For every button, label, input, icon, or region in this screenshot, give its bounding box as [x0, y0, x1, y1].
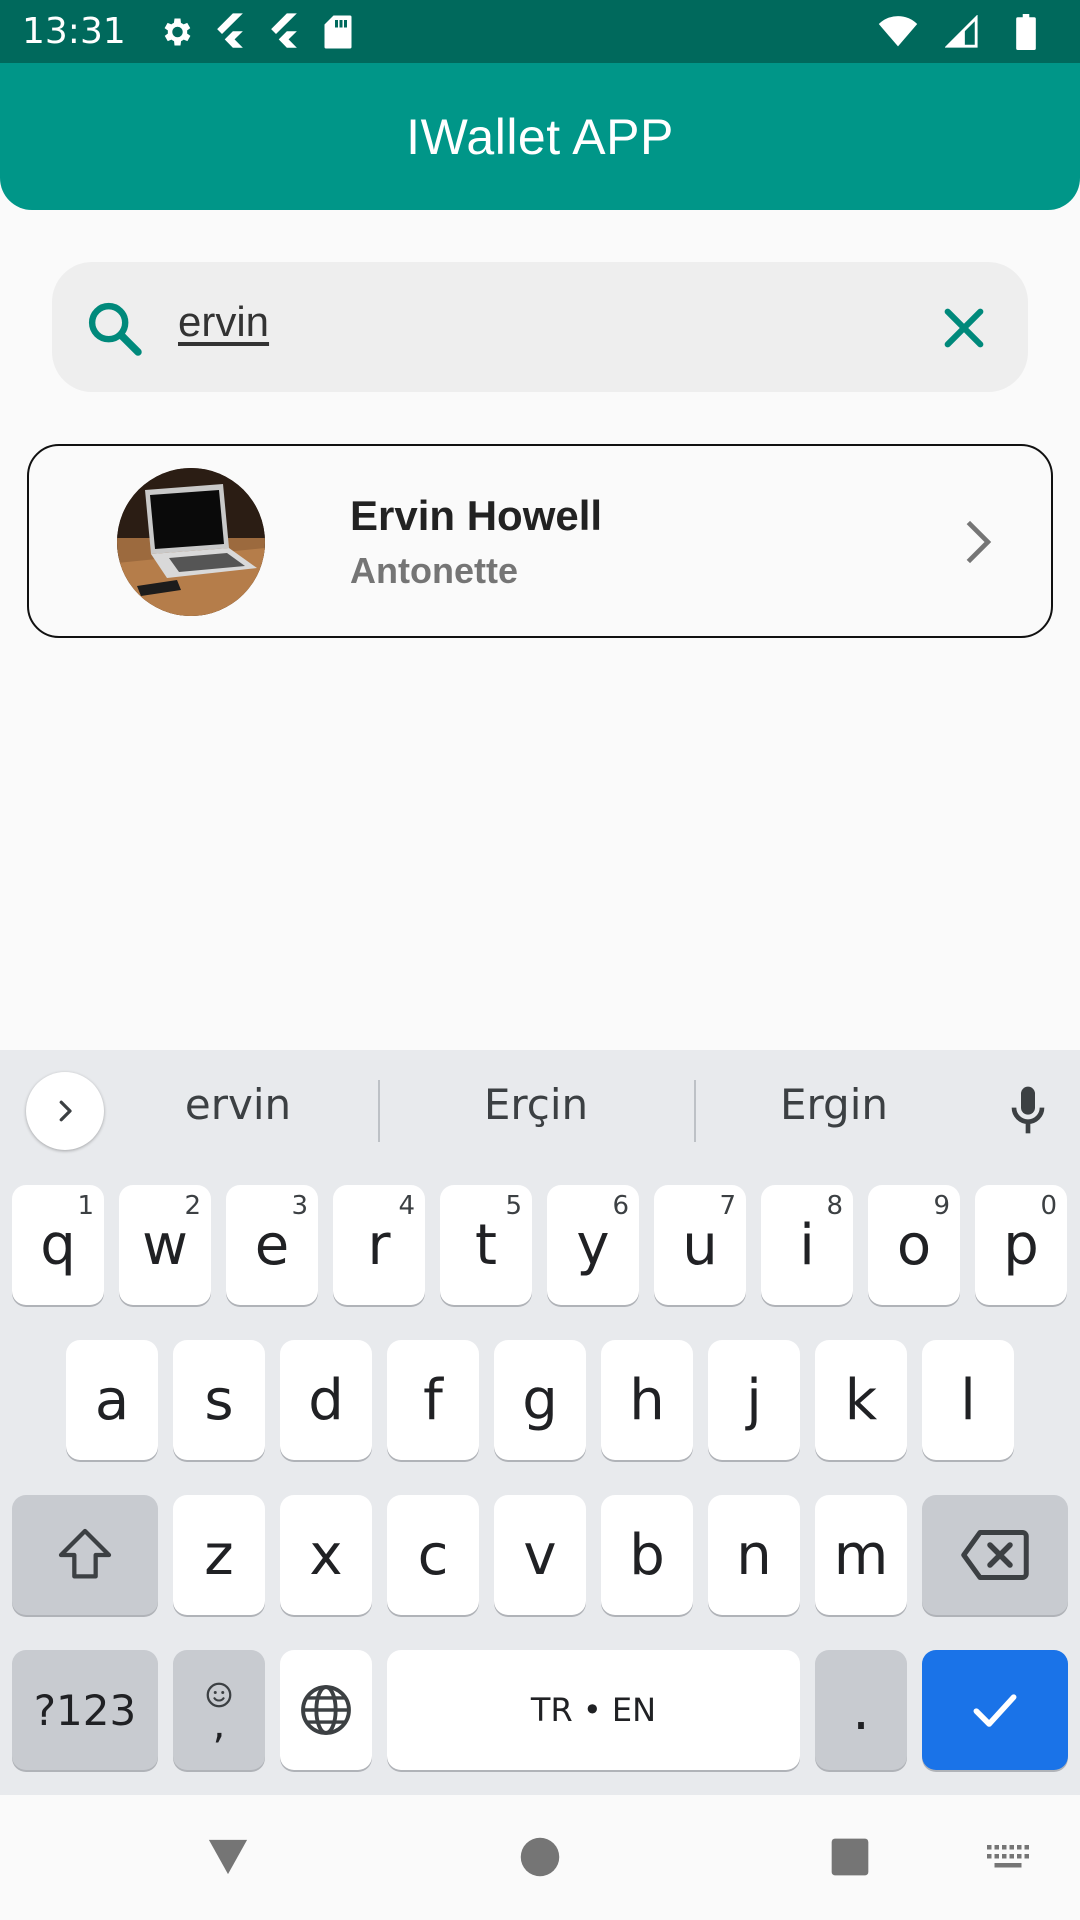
app-bar: IWallet APP	[0, 63, 1080, 210]
key-t[interactable]: t5	[440, 1185, 532, 1305]
key-d[interactable]: d	[280, 1340, 372, 1460]
shift-icon	[58, 1528, 112, 1579]
key-i[interactable]: i8	[761, 1185, 853, 1305]
key-h[interactable]: h	[601, 1340, 693, 1460]
key-l[interactable]: l	[922, 1340, 1014, 1460]
user-username: Antonette	[350, 550, 518, 591]
recents-icon[interactable]	[820, 1827, 880, 1887]
soft-keyboard: ervin Erçin Ergin q1 w2 e3 r4 t5 y6 u7 i…	[0, 1050, 1080, 1795]
key-q[interactable]: q1	[12, 1185, 104, 1305]
comma-label: ,	[212, 1702, 226, 1748]
key-e[interactable]: e3	[226, 1185, 318, 1305]
gear-icon	[154, 10, 198, 54]
key-a[interactable]: a	[66, 1340, 158, 1460]
suggestion-divider	[694, 1080, 696, 1142]
user-name: Ervin Howell	[350, 492, 603, 539]
period-key[interactable]: .	[815, 1650, 907, 1770]
backspace-icon	[961, 1530, 1029, 1580]
user-card[interactable]: Ervin Howell Antonette	[27, 444, 1053, 638]
status-bar: 13:31	[0, 0, 1080, 63]
clear-icon[interactable]	[936, 300, 992, 356]
key-u[interactable]: u7	[654, 1185, 746, 1305]
globe-icon	[301, 1685, 351, 1735]
key-b[interactable]: b	[601, 1495, 693, 1615]
suggestion-strip: ervin Erçin Ergin	[0, 1050, 1080, 1170]
avatar	[117, 468, 265, 616]
shift-key[interactable]	[12, 1495, 158, 1615]
key-c[interactable]: c	[387, 1495, 479, 1615]
keyboard-switch-icon[interactable]	[978, 1827, 1038, 1887]
battery-icon	[1004, 10, 1048, 54]
wifi-icon	[876, 10, 920, 54]
key-n[interactable]: n	[708, 1495, 800, 1615]
emoji-comma-key[interactable]: ,	[173, 1650, 265, 1770]
key-j[interactable]: j	[708, 1340, 800, 1460]
language-key[interactable]	[280, 1650, 372, 1770]
key-f[interactable]: f	[387, 1340, 479, 1460]
key-w[interactable]: w2	[119, 1185, 211, 1305]
suggestions-toggle[interactable]	[26, 1072, 104, 1150]
backspace-key[interactable]	[922, 1495, 1068, 1615]
key-g[interactable]: g	[494, 1340, 586, 1460]
key-m[interactable]: m	[815, 1495, 907, 1615]
key-z[interactable]: z	[173, 1495, 265, 1615]
key-p[interactable]: p0	[975, 1185, 1067, 1305]
search-field[interactable]: ervin	[52, 262, 1028, 392]
checkmark-icon	[973, 1694, 1017, 1727]
status-time: 13:31	[22, 11, 126, 52]
suggestion-1[interactable]: ervin	[108, 1080, 368, 1129]
key-x[interactable]: x	[280, 1495, 372, 1615]
suggestion-divider	[378, 1080, 380, 1142]
key-k[interactable]: k	[815, 1340, 907, 1460]
suggestion-3[interactable]: Ergin	[704, 1080, 964, 1129]
key-o[interactable]: o9	[868, 1185, 960, 1305]
symbols-key[interactable]: ?123	[12, 1650, 158, 1770]
suggestion-2[interactable]: Erçin	[406, 1080, 666, 1129]
key-y[interactable]: y6	[547, 1185, 639, 1305]
key-v[interactable]: v	[494, 1495, 586, 1615]
flutter-icon	[262, 10, 306, 54]
app-title: IWallet APP	[406, 108, 674, 165]
navigation-bar	[0, 1795, 1080, 1920]
chevron-right-icon	[59, 1100, 72, 1122]
key-r[interactable]: r4	[333, 1185, 425, 1305]
search-input[interactable]: ervin	[178, 298, 269, 346]
space-key[interactable]: TR • EN	[387, 1650, 800, 1770]
microphone-icon[interactable]	[1000, 1082, 1056, 1138]
done-key[interactable]	[922, 1650, 1068, 1770]
key-s[interactable]: s	[173, 1340, 265, 1460]
home-icon[interactable]	[510, 1827, 570, 1887]
flutter-icon	[208, 10, 252, 54]
search-icon	[82, 296, 146, 360]
chevron-right-icon	[951, 516, 1003, 568]
signal-icon	[940, 10, 984, 54]
sd-card-icon	[316, 10, 360, 54]
back-icon[interactable]	[198, 1827, 258, 1887]
